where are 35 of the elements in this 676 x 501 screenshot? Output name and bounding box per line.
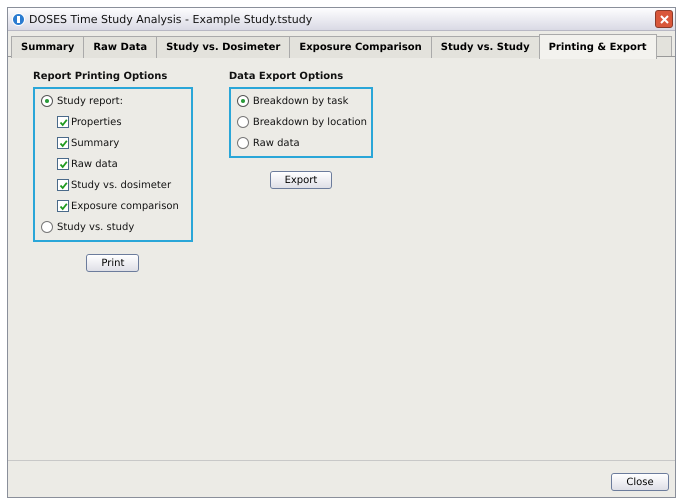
close-button[interactable] <box>655 10 673 28</box>
checkbox-option[interactable]: Properties <box>41 114 179 130</box>
tab[interactable]: Summary <box>11 36 84 58</box>
radio-option[interactable]: Breakdown by task <box>236 93 367 109</box>
export-button[interactable]: Export <box>270 171 332 189</box>
radio-button[interactable] <box>41 221 53 233</box>
checkbox[interactable] <box>57 179 69 191</box>
radio-button[interactable] <box>236 95 249 107</box>
tab[interactable]: Exposure Comparison <box>289 36 432 58</box>
close-icon <box>658 14 670 24</box>
checkbox[interactable] <box>57 158 69 170</box>
radio-button[interactable] <box>236 116 249 128</box>
checkbox-option[interactable]: Summary <box>41 135 179 151</box>
checkbox[interactable] <box>57 116 69 128</box>
tab[interactable]: Study vs. Dosimeter <box>156 36 290 58</box>
radio-option[interactable]: Study report: <box>41 93 179 109</box>
group-title: Data Export Options <box>228 71 344 82</box>
radio-button[interactable] <box>41 95 53 107</box>
radio-option[interactable]: Raw data <box>236 135 367 151</box>
checkbox-option[interactable]: Raw data <box>41 156 179 172</box>
app-icon <box>12 12 25 26</box>
window-title: DOSES Time Study Analysis - Example Study.tstudy <box>29 12 314 26</box>
radio-option[interactable]: Study vs. study <box>41 219 179 235</box>
radio-button[interactable] <box>236 137 249 149</box>
checkbox-option[interactable]: Exposure comparison <box>41 198 179 214</box>
checkbox[interactable] <box>57 137 69 149</box>
tab[interactable]: Study vs. Study <box>430 36 540 58</box>
group-title: Report Printing Options <box>33 71 168 82</box>
radio-option[interactable]: Breakdown by location <box>236 114 367 130</box>
tab[interactable]: Raw Data <box>83 36 158 58</box>
close-button[interactable]: Close <box>611 473 669 491</box>
tab[interactable]: Printing & Export <box>538 34 657 59</box>
checkbox[interactable] <box>57 200 69 212</box>
print-button[interactable]: Print <box>86 254 140 272</box>
checkbox-option[interactable]: Study vs. dosimeter <box>41 177 179 193</box>
